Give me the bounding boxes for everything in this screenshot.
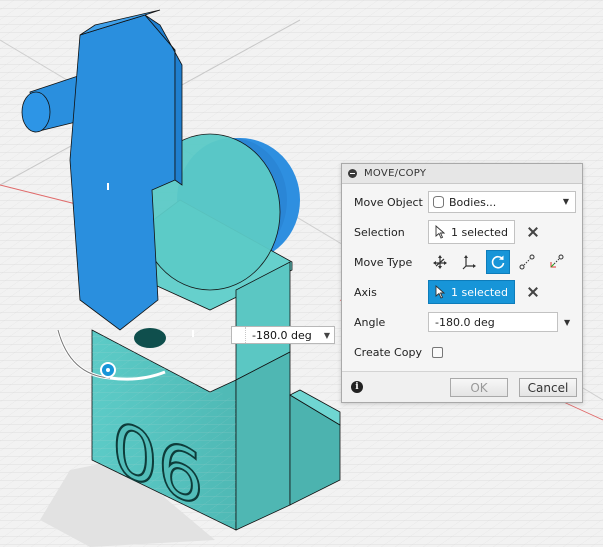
axis-count: 1 selected [451,285,508,299]
rotate-button[interactable] [486,250,510,274]
move-object-label: Move Object [354,195,423,209]
clear-axis-icon[interactable] [527,286,539,298]
translate-button[interactable] [457,250,481,274]
move-object-value: Bodies... [449,195,497,209]
body-icon [433,196,444,208]
point-to-point-icon [519,254,535,270]
move-copy-dialog: MOVE/COPY Move Object Bodies... ▼ Select… [341,163,583,403]
cursor-arrow-icon [435,225,445,239]
dialog-footer: i OK Cancel [342,371,582,402]
row-move-type: Move Type [342,247,582,277]
free-move-button[interactable] [428,250,452,274]
dialog-title: MOVE/COPY [364,168,427,179]
create-copy-checkbox[interactable] [432,346,443,358]
info-icon[interactable]: i [351,381,363,393]
point-to-position-button[interactable] [544,250,568,274]
point-to-point-button[interactable] [515,250,539,274]
axis-selection-button[interactable]: 1 selected [428,280,515,304]
angle-inline-input[interactable]: -180.0 deg ▼ [231,326,335,344]
chevron-down-icon[interactable]: ▼ [320,331,334,340]
move-type-label: Move Type [354,255,413,269]
angle-inline-value[interactable]: -180.0 deg [246,329,320,342]
selection-label: Selection [354,225,405,239]
drag-grip-icon[interactable] [232,327,246,343]
point-to-position-icon [550,254,564,268]
row-create-copy: Create Copy [342,337,582,367]
row-axis: Axis 1 selected [342,277,582,307]
selection-button[interactable]: 1 selected [428,220,515,244]
row-move-object: Move Object Bodies... ▼ [342,187,582,217]
angle-input[interactable]: -180.0 deg [428,312,558,332]
free-move-icon [433,255,447,269]
angle-label: Angle [354,315,386,329]
axis-label: Axis [354,285,377,299]
translate-icon [462,255,476,270]
chevron-down-icon[interactable]: ▼ [564,318,570,327]
create-copy-label: Create Copy [354,345,422,359]
selection-count: 1 selected [451,225,508,239]
cursor-arrow-icon [435,285,445,299]
ok-button[interactable]: OK [450,378,508,397]
move-object-select[interactable]: Bodies... ▼ [428,191,576,213]
collapse-icon[interactable] [348,169,357,178]
rotate-icon [491,255,505,269]
chevron-down-icon: ▼ [562,197,569,206]
cancel-button[interactable]: Cancel [519,378,577,397]
dialog-header[interactable]: MOVE/COPY [342,164,582,184]
row-selection: Selection 1 selected [342,217,582,247]
row-angle: Angle -180.0 deg ▼ [342,307,582,337]
clear-selection-icon[interactable] [527,226,539,238]
